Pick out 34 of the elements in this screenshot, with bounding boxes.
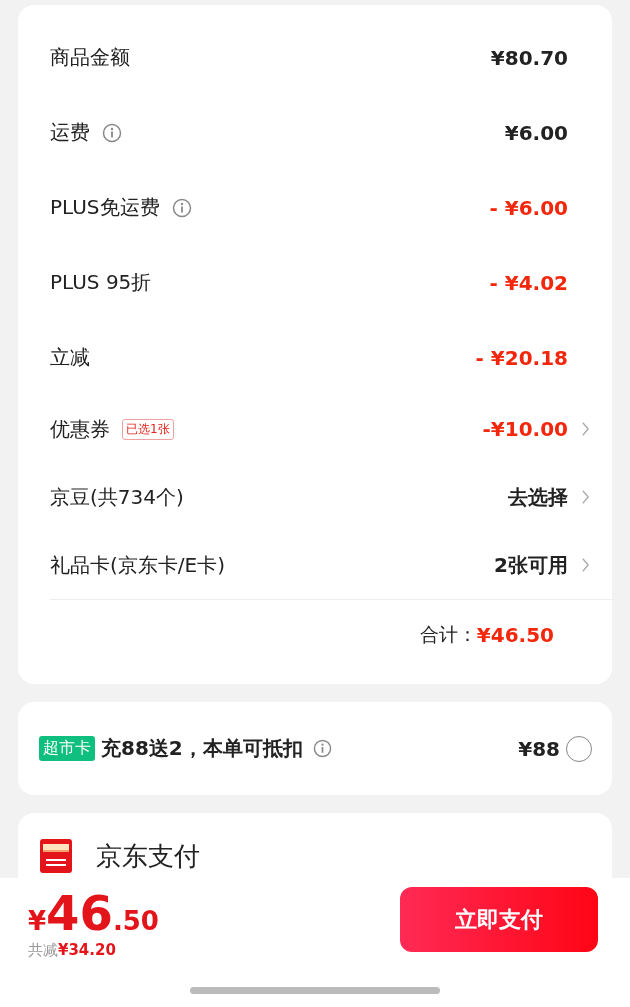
row-value: ¥80.70 [490, 45, 568, 70]
row-label: 运费 [50, 119, 90, 146]
row-value[interactable]: 2张可用 [494, 551, 568, 579]
saved-label: 共减 [28, 941, 58, 959]
row-label: 优惠券 [50, 415, 110, 443]
total-label: 合计： [419, 622, 477, 647]
payment-method[interactable]: 京东支付 [96, 839, 200, 873]
info-icon[interactable] [102, 122, 122, 143]
offer-text: 充88送2，本单可抵扣 [101, 735, 303, 762]
row-label: 立减 [50, 344, 90, 371]
row-value: - ¥20.18 [475, 345, 568, 370]
row-value[interactable]: 去选择 [508, 483, 568, 511]
row-label: PLUS 95折 [50, 269, 152, 296]
row-value: ¥6.00 [504, 120, 568, 145]
row-label: 京豆(共734个) [50, 483, 184, 511]
info-icon[interactable] [312, 739, 332, 758]
chevron-icon[interactable] [581, 557, 590, 573]
total-value: ¥46.50 [476, 623, 554, 647]
pay-button[interactable]: 立即支付 [400, 887, 598, 952]
chevron-icon[interactable] [581, 489, 590, 505]
row-value: - ¥6.00 [489, 195, 568, 220]
row-label: 礼品卡(京东卡/E卡) [50, 551, 225, 579]
info-icon[interactable] [171, 197, 192, 218]
offer-price: ¥88 [518, 736, 560, 761]
row-value[interactable]: -¥10.00 [482, 417, 568, 441]
coupon-tag: 已选1张 [122, 418, 174, 440]
pay-amount: ¥46.50 [28, 889, 159, 937]
row-label: 商品金额 [50, 44, 130, 71]
saved-value: ¥34.20 [58, 941, 116, 959]
chevron-icon[interactable] [581, 421, 590, 437]
card-icon [40, 839, 72, 873]
card-badge: 超市卡 [39, 736, 95, 761]
row-label: PLUS免运费 [50, 194, 160, 221]
row-value: - ¥4.02 [489, 270, 568, 295]
